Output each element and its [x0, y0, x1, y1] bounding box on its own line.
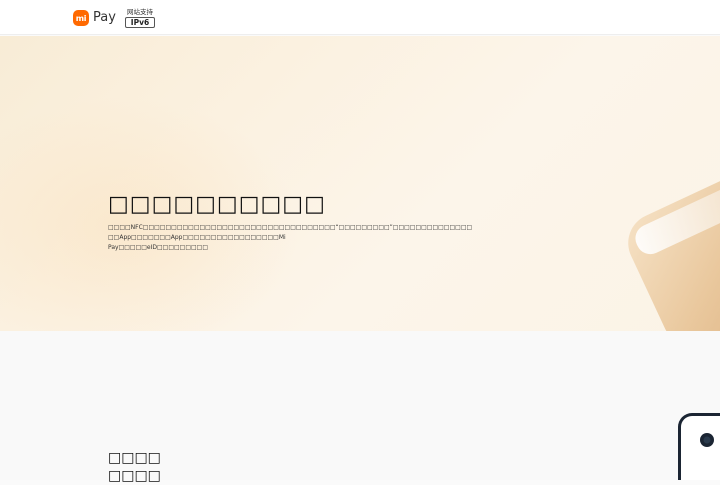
- mi-logo-mark: mi: [75, 13, 87, 23]
- hero-description: □□□□NFC□□□□□□□□□□□□□□□□□□□□□□□□□□□□□□□□□…: [108, 224, 472, 251]
- site-header: mi Pay 网站支持 IPv6: [0, 0, 720, 35]
- phone-device-illustration: [678, 413, 720, 480]
- section-title-line-2: □□□□: [108, 468, 161, 484]
- section-title-line-1: □□□□: [108, 450, 161, 466]
- hero-banner: □□□□□□□□□□ □□□□NFC□□□□□□□□□□□□□□□□□□□□□□…: [0, 36, 720, 331]
- hero-title: □□□□□□□□□□: [108, 192, 326, 217]
- mi-logo-icon: mi: [73, 10, 89, 26]
- ipv6-support-badge: 网站支持 IPv6: [125, 8, 155, 28]
- feature-section: □□□□ □□□□: [0, 331, 720, 484]
- brand-name: Pay: [93, 10, 116, 25]
- ipv6-caption: 网站支持: [127, 8, 153, 16]
- ipv6-label: IPv6: [125, 17, 155, 28]
- phone-illustration: [628, 162, 720, 331]
- mi-pay-logo[interactable]: mi Pay: [73, 8, 116, 28]
